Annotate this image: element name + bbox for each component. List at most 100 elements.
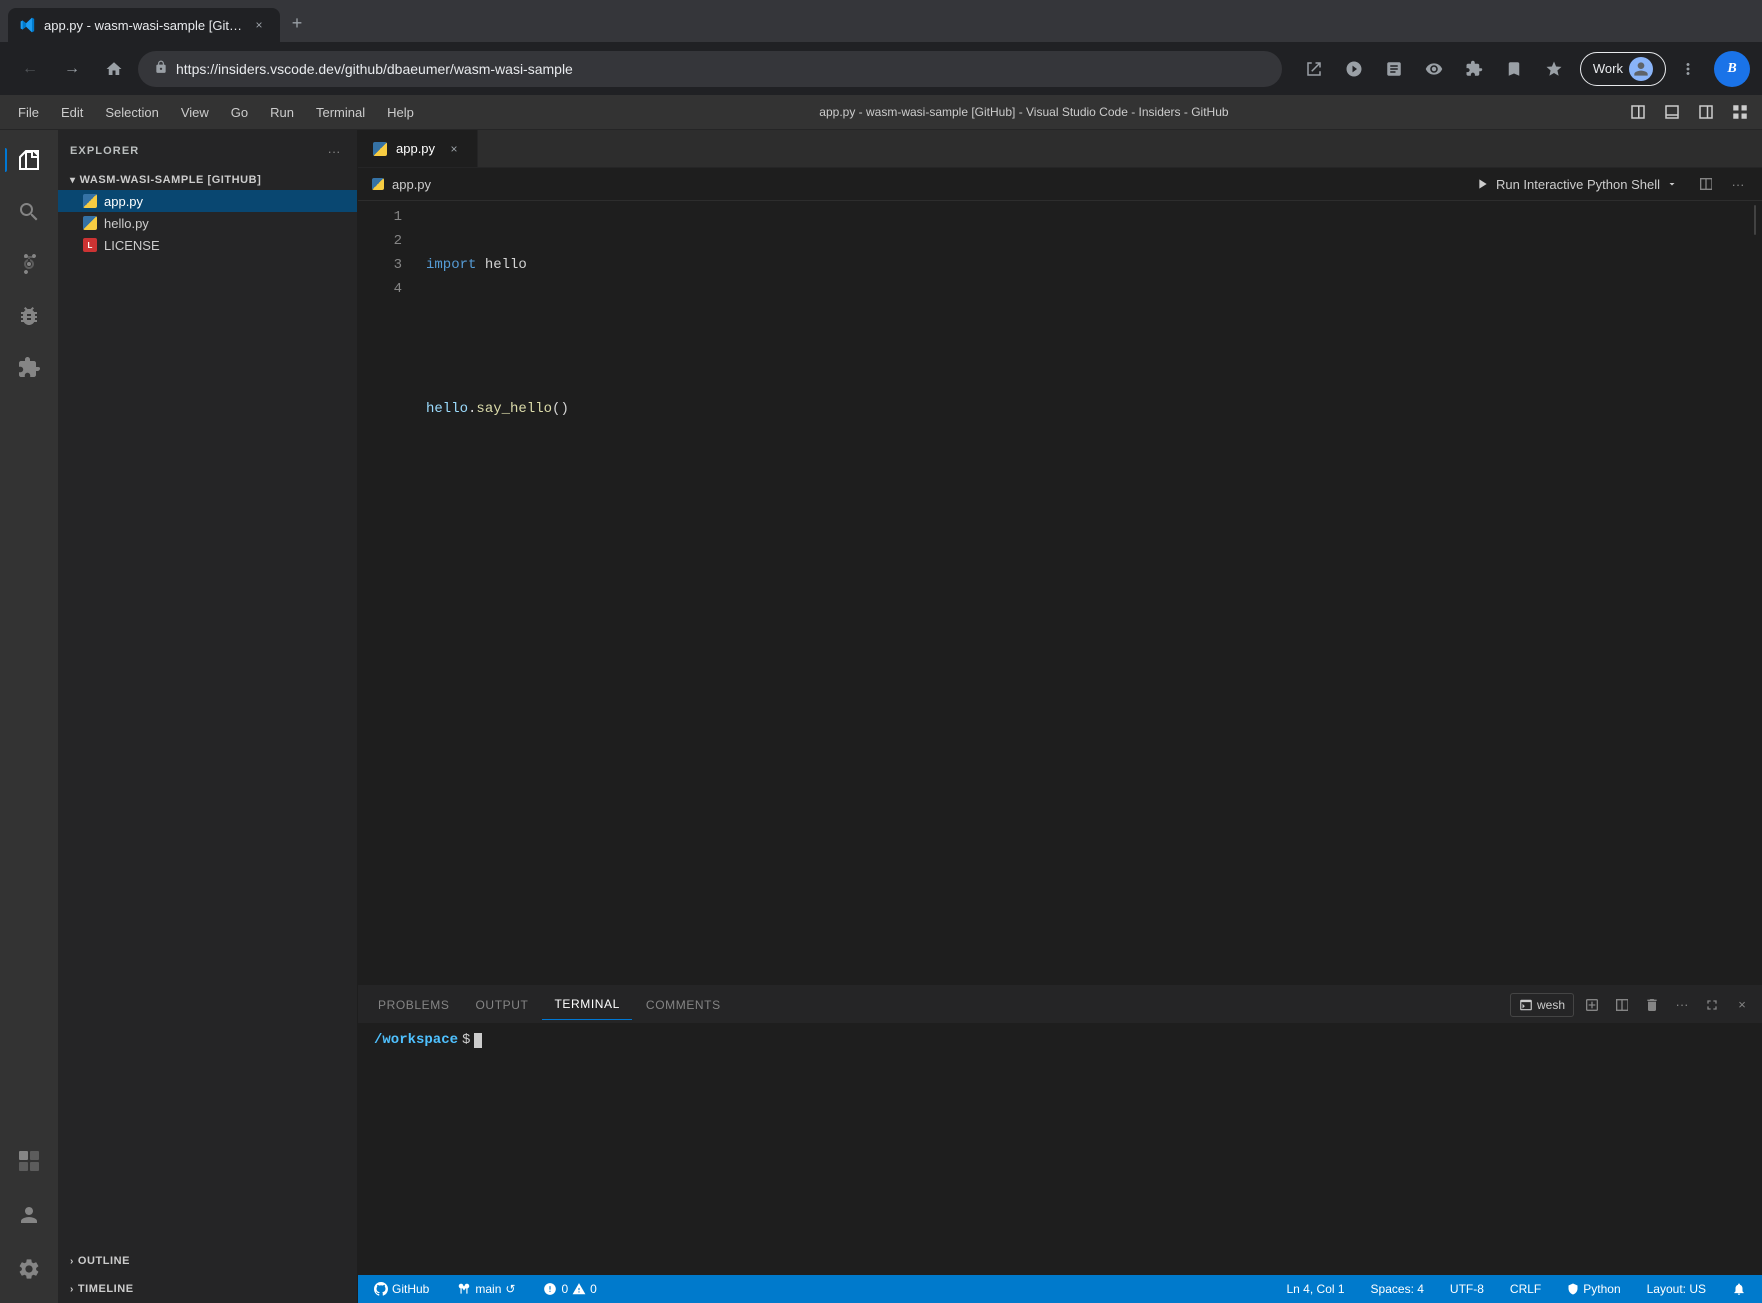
activity-search[interactable] bbox=[5, 188, 53, 236]
menu-file[interactable]: File bbox=[8, 101, 49, 124]
line-numbers: 1 2 3 4 bbox=[358, 201, 410, 985]
file-tree: app.py hello.py L LICENSE bbox=[58, 190, 357, 256]
file-item-license[interactable]: L LICENSE bbox=[58, 234, 357, 256]
editor-tab-apppy[interactable]: app.py × bbox=[358, 130, 478, 167]
timeline-label: TIMELINE bbox=[78, 1283, 134, 1295]
status-line-ending[interactable]: CRLF bbox=[1504, 1280, 1547, 1298]
new-terminal-btn[interactable] bbox=[1580, 993, 1604, 1017]
panel-tab-terminal[interactable]: TERMINAL bbox=[542, 989, 631, 1020]
run-interactive-python-btn[interactable]: Run Interactive Python Shell bbox=[1466, 173, 1686, 195]
activity-extensions[interactable] bbox=[5, 344, 53, 392]
status-notification[interactable] bbox=[1726, 1280, 1752, 1298]
editor-scrollbar[interactable] bbox=[1748, 201, 1762, 985]
menu-edit[interactable]: Edit bbox=[51, 101, 93, 124]
terminal-cursor bbox=[474, 1033, 482, 1048]
kill-terminal-btn[interactable] bbox=[1640, 993, 1664, 1017]
status-ln-col[interactable]: Ln 4, Col 1 bbox=[1281, 1280, 1351, 1298]
favorites-btn[interactable] bbox=[1496, 51, 1532, 87]
editor-area: app.py × app.py Run Interactive Python S… bbox=[358, 130, 1762, 1303]
status-layout[interactable]: Layout: US bbox=[1641, 1280, 1712, 1298]
code-line-2 bbox=[426, 325, 1732, 349]
copilot-button[interactable]: B bbox=[1714, 51, 1750, 87]
activity-bottom bbox=[5, 1135, 53, 1303]
panel-close-btn[interactable]: × bbox=[1730, 993, 1754, 1017]
panel-toggle[interactable] bbox=[1658, 98, 1686, 126]
editor-tab-close[interactable]: × bbox=[445, 140, 463, 158]
terminal-dollar: $ bbox=[462, 1032, 470, 1048]
status-language[interactable]: Python bbox=[1561, 1280, 1626, 1298]
file-item-apppy[interactable]: app.py bbox=[58, 190, 357, 212]
activity-remote[interactable] bbox=[5, 1137, 53, 1185]
timeline-section: › TIMELINE bbox=[58, 1275, 357, 1303]
sidebar-more-actions[interactable]: ··· bbox=[323, 140, 345, 162]
explorer-section: ▾ WASM-WASI-SAMPLE [GITHUB] app.py bbox=[58, 170, 357, 256]
file-name-apppy: app.py bbox=[104, 194, 143, 209]
outline-section: › OUTLINE bbox=[58, 1247, 357, 1275]
menu-help[interactable]: Help bbox=[377, 101, 424, 124]
activity-debug[interactable] bbox=[5, 292, 53, 340]
code-line-3: hello.say_hello() bbox=[426, 397, 1732, 421]
menu-view[interactable]: View bbox=[171, 101, 219, 124]
more-editor-actions-btn[interactable]: ··· bbox=[1726, 172, 1750, 196]
timeline-header[interactable]: › TIMELINE bbox=[58, 1279, 357, 1299]
profile-pic-btn[interactable] bbox=[1336, 51, 1372, 87]
code-line-4 bbox=[426, 469, 1732, 493]
status-errors-count: 0 bbox=[561, 1282, 568, 1296]
active-browser-tab[interactable]: app.py - wasm-wasi-sample [Git… × bbox=[8, 8, 280, 42]
browser-chrome: app.py - wasm-wasi-sample [Git… × + ← → … bbox=[0, 0, 1762, 95]
tab-search-btn[interactable] bbox=[1296, 51, 1332, 87]
outline-header[interactable]: › OUTLINE bbox=[58, 1251, 357, 1271]
file-icon-license: L bbox=[82, 237, 98, 253]
breadcrumb-text: app.py bbox=[392, 177, 431, 192]
status-branch[interactable]: main ↺ bbox=[451, 1280, 521, 1298]
status-warnings-count: 0 bbox=[590, 1282, 597, 1296]
secondary-sidebar-toggle[interactable] bbox=[1692, 98, 1720, 126]
panel-maximize-btn[interactable] bbox=[1700, 993, 1724, 1017]
status-github[interactable]: GitHub bbox=[368, 1280, 435, 1298]
timeline-chevron-icon: › bbox=[70, 1284, 74, 1295]
reader-mode-btn[interactable] bbox=[1376, 51, 1412, 87]
back-button[interactable]: ← bbox=[12, 51, 48, 87]
sidebar: EXPLORER ··· ▾ WASM-WASI-SAMPLE [GITHUB]… bbox=[58, 130, 358, 1303]
customize-layout-btn[interactable] bbox=[1726, 98, 1754, 126]
project-section-header[interactable]: ▾ WASM-WASI-SAMPLE [GITHUB] bbox=[58, 170, 357, 190]
editor-toolbar-row: app.py Run Interactive Python Shell ··· bbox=[358, 168, 1762, 201]
activity-account[interactable] bbox=[5, 1191, 53, 1239]
status-spaces[interactable]: Spaces: 4 bbox=[1365, 1280, 1430, 1298]
address-bar[interactable]: https://insiders.vscode.dev/github/dbaeu… bbox=[138, 51, 1282, 87]
browser-nav: ← → https://insiders.vscode.dev/github/d… bbox=[0, 42, 1762, 95]
menu-terminal[interactable]: Terminal bbox=[306, 101, 375, 124]
menubar-right bbox=[1624, 98, 1754, 126]
menu-selection[interactable]: Selection bbox=[95, 101, 168, 124]
new-tab-button[interactable]: + bbox=[282, 8, 312, 38]
terminal-content[interactable]: /workspace $ bbox=[358, 1024, 1762, 1275]
panel-tab-comments[interactable]: COMMENTS bbox=[634, 990, 733, 1020]
status-bar-right: Ln 4, Col 1 Spaces: 4 UTF-8 CRLF Python bbox=[1281, 1280, 1753, 1298]
split-editor-btn[interactable] bbox=[1694, 172, 1718, 196]
more-actions-btn[interactable] bbox=[1670, 51, 1706, 87]
more-panel-actions-btn[interactable]: ··· bbox=[1670, 993, 1694, 1017]
profile-button[interactable]: Work bbox=[1580, 52, 1666, 86]
activity-source-control[interactable] bbox=[5, 240, 53, 288]
home-button[interactable] bbox=[96, 51, 132, 87]
immersive-reader-btn[interactable] bbox=[1416, 51, 1452, 87]
file-item-hellopy[interactable]: hello.py bbox=[58, 212, 357, 234]
panel-tab-problems[interactable]: PROBLEMS bbox=[366, 990, 462, 1020]
primary-sidebar-toggle[interactable] bbox=[1624, 98, 1652, 126]
activity-explorer[interactable] bbox=[5, 136, 53, 184]
split-terminal-btn[interactable] bbox=[1610, 993, 1634, 1017]
status-errors[interactable]: 0 0 bbox=[537, 1280, 602, 1298]
favorites-bar-btn[interactable] bbox=[1536, 51, 1572, 87]
editor-top-actions: Run Interactive Python Shell ··· bbox=[1466, 172, 1750, 196]
code-content[interactable]: import hello hello.say_hello() bbox=[410, 201, 1748, 985]
menu-go[interactable]: Go bbox=[221, 101, 258, 124]
activity-settings[interactable] bbox=[5, 1245, 53, 1293]
menu-run[interactable]: Run bbox=[260, 101, 304, 124]
browser-tab-close[interactable]: × bbox=[250, 16, 268, 34]
lock-icon bbox=[154, 60, 168, 77]
forward-button[interactable]: → bbox=[54, 51, 90, 87]
panel-tab-output[interactable]: OUTPUT bbox=[464, 990, 541, 1020]
status-encoding[interactable]: UTF-8 bbox=[1444, 1280, 1490, 1298]
extensions-btn[interactable] bbox=[1456, 51, 1492, 87]
shell-selector[interactable]: wesh bbox=[1510, 993, 1574, 1017]
